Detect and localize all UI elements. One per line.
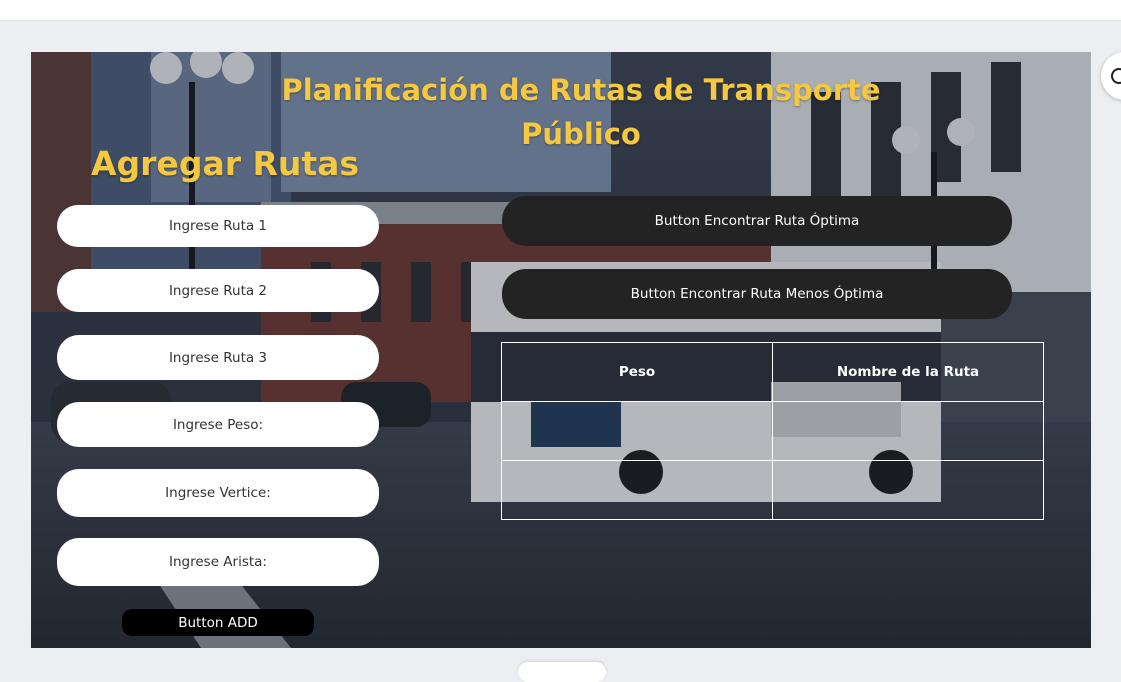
- find-least-optimal-route-button[interactable]: Button Encontrar Ruta Menos Óptima: [502, 269, 1012, 319]
- table-cell: [501, 460, 773, 520]
- add-button[interactable]: Button ADD: [122, 609, 314, 636]
- arista-input[interactable]: Ingrese Arista:: [57, 538, 379, 586]
- section-title: Agregar Rutas: [91, 144, 360, 183]
- find-optimal-route-button[interactable]: Button Encontrar Ruta Óptima: [502, 196, 1012, 246]
- browser-top-bar: [0, 0, 1121, 21]
- table-row: [501, 401, 1044, 461]
- vertice-input[interactable]: Ingrese Vertice:: [57, 469, 379, 517]
- table-cell: [772, 460, 1044, 520]
- table-header-row: Peso Nombre de la Ruta: [501, 342, 1044, 402]
- ruta-1-input[interactable]: Ingrese Ruta 1: [57, 205, 379, 247]
- peso-input[interactable]: Ingrese Peso:: [57, 402, 379, 447]
- table-cell: [772, 401, 1044, 461]
- table-row: [501, 460, 1044, 520]
- search-icon: [1111, 68, 1121, 84]
- column-header-nombre-ruta: Nombre de la Ruta: [772, 342, 1044, 402]
- search-side-button[interactable]: [1101, 52, 1121, 100]
- column-header-peso: Peso: [501, 342, 773, 402]
- table-cell: [501, 401, 773, 461]
- results-table: Peso Nombre de la Ruta: [501, 342, 1044, 520]
- ruta-2-input[interactable]: Ingrese Ruta 2: [57, 269, 379, 312]
- bottom-handle[interactable]: [518, 662, 606, 682]
- ruta-3-input[interactable]: Ingrese Ruta 3: [57, 335, 379, 380]
- app-canvas: Planificación de Rutas de Transporte Púb…: [31, 52, 1091, 648]
